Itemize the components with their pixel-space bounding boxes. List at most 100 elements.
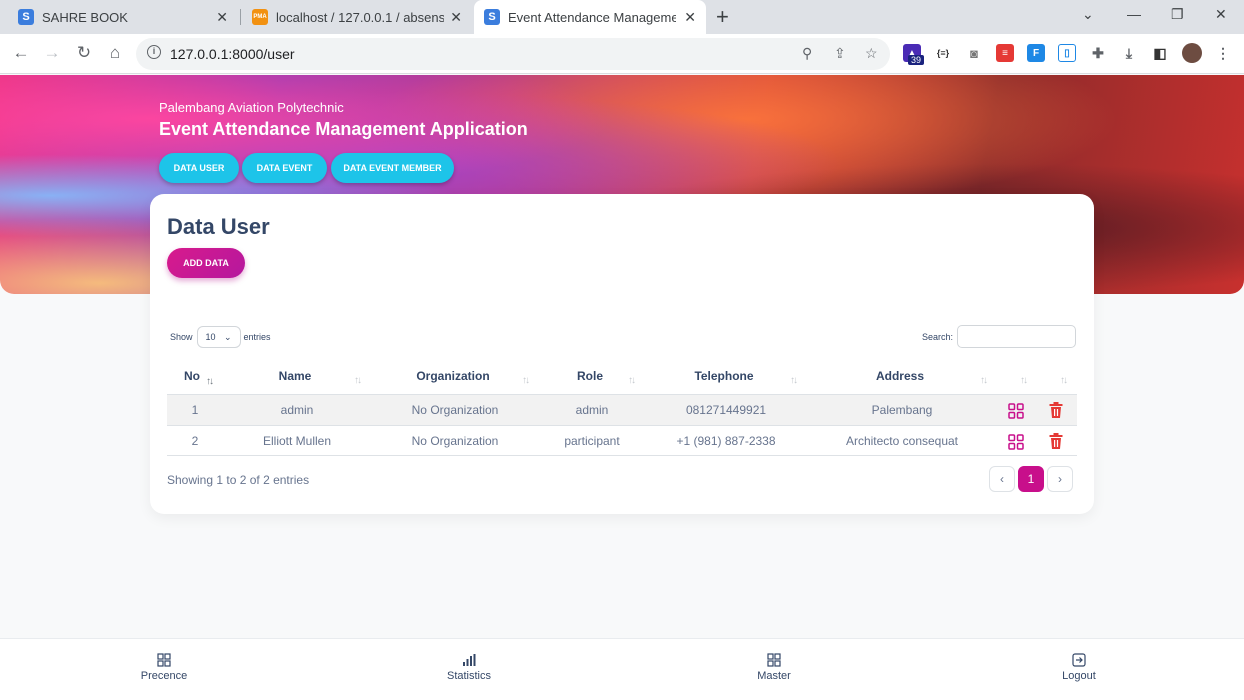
pagination-next-button[interactable]: › bbox=[1047, 466, 1073, 492]
download-icon[interactable]: ⤓ bbox=[1120, 44, 1138, 62]
bookmark-star-icon[interactable]: ☆ bbox=[865, 45, 878, 62]
sort-icon[interactable]: ↑↓ bbox=[628, 375, 636, 386]
browser-tab-sahre-book[interactable]: S SAHRE BOOK ✕ bbox=[10, 0, 238, 34]
url-text: 127.0.0.1:8000/user bbox=[170, 46, 295, 62]
browser-tab-bar: S SAHRE BOOK ✕ PMA localhost / 127.0.0.1… bbox=[0, 0, 1244, 34]
page-length-value: 10 bbox=[205, 332, 216, 342]
browser-menu-icon[interactable]: ⋮ bbox=[1214, 44, 1232, 62]
nav-label: Master bbox=[757, 670, 791, 682]
zoom-icon[interactable]: ⚲ bbox=[802, 45, 812, 62]
pagination-page-button[interactable]: 1 bbox=[1018, 466, 1044, 492]
tab-title: localhost / 127.0.0.1 / absensi / u bbox=[276, 9, 444, 25]
sort-icon[interactable]: ↑↓ bbox=[1020, 375, 1028, 386]
cell-role: admin bbox=[575, 403, 609, 417]
extension-todoist-icon[interactable]: ≡ bbox=[996, 44, 1014, 62]
extension-fl-icon[interactable]: F bbox=[1027, 44, 1045, 62]
nav-data-event-button[interactable]: DATA EVENT bbox=[242, 153, 327, 183]
tab-search-chevron-icon[interactable]: ⌄ bbox=[1082, 6, 1094, 23]
cell-telephone: 081271449921 bbox=[685, 403, 767, 417]
site-info-icon[interactable]: i bbox=[147, 45, 161, 59]
page-title: Data User bbox=[167, 214, 270, 239]
sort-icon[interactable]: ↑↓ bbox=[790, 375, 798, 386]
cell-name: admin bbox=[280, 403, 314, 417]
page-length-select[interactable]: 10 ⌄ bbox=[196, 326, 241, 348]
minimize-icon[interactable]: — bbox=[1127, 6, 1141, 22]
extension-camera-icon[interactable]: ◙ bbox=[965, 44, 983, 62]
tab-title: SAHRE BOOK bbox=[42, 9, 128, 25]
sort-icon[interactable]: ↑↓ bbox=[1060, 375, 1068, 386]
restore-icon[interactable]: ❐ bbox=[1171, 6, 1184, 23]
extension-doc-icon[interactable]: ▯ bbox=[1058, 44, 1076, 62]
new-tab-icon[interactable]: + bbox=[716, 4, 729, 30]
close-tab-icon[interactable]: ✕ bbox=[216, 9, 228, 26]
cell-address: Palembang bbox=[871, 403, 933, 417]
nav-label: Statistics bbox=[446, 670, 491, 682]
browser-tab-phpmyadmin[interactable]: PMA localhost / 127.0.0.1 / absensi / u … bbox=[244, 0, 472, 34]
detail-grid-icon[interactable] bbox=[1007, 402, 1025, 420]
cell-organization: No Organization bbox=[411, 403, 499, 417]
nav-data-event-member-button[interactable]: DATA EVENT MEMBER bbox=[331, 153, 454, 183]
profile-avatar[interactable] bbox=[1182, 43, 1202, 63]
nav-logout[interactable]: Logout bbox=[1034, 653, 1124, 682]
tab-favicon-icon: S bbox=[484, 9, 500, 25]
forward-icon[interactable]: → bbox=[41, 43, 63, 63]
extensions-puzzle-icon[interactable]: ✚ bbox=[1089, 44, 1107, 62]
browser-tab-active[interactable]: S Event Attendance Management / ✕ bbox=[474, 0, 706, 34]
nav-label: Logout bbox=[1062, 670, 1096, 682]
search-input[interactable] bbox=[957, 325, 1076, 348]
address-bar[interactable]: i 127.0.0.1:8000/user ⚲ ⇪ ☆ bbox=[136, 38, 890, 70]
cell-address: Architecto consequat bbox=[845, 434, 959, 448]
institution-name: Palembang Aviation Polytechnic bbox=[159, 100, 344, 115]
column-header-role[interactable]: Role bbox=[550, 369, 630, 383]
share-icon[interactable]: ⇪ bbox=[834, 45, 846, 62]
show-label: Show bbox=[170, 332, 193, 342]
extension-badge: 39 bbox=[908, 55, 925, 65]
nav-statistics[interactable]: Statistics bbox=[424, 653, 514, 682]
sort-icon[interactable]: ↑↓ bbox=[354, 375, 362, 386]
detail-grid-icon[interactable] bbox=[1007, 433, 1025, 451]
tab-favicon-icon: S bbox=[18, 9, 34, 25]
pagination-prev-button[interactable]: ‹ bbox=[989, 466, 1015, 492]
entries-label: entries bbox=[243, 332, 271, 342]
nav-precence[interactable]: Precence bbox=[119, 653, 209, 682]
nav-data-user-button[interactable]: DATA USER bbox=[159, 153, 239, 183]
sort-asc-icon[interactable]: ↑↓ bbox=[206, 376, 214, 387]
cell-no: 2 bbox=[191, 434, 199, 448]
cell-role: participant bbox=[564, 434, 620, 448]
search-label: Search: bbox=[921, 331, 953, 342]
extension-json-icon[interactable]: {≡} bbox=[934, 44, 952, 62]
nav-label: Precence bbox=[140, 670, 188, 682]
close-window-icon[interactable]: ✕ bbox=[1215, 6, 1227, 23]
data-user-card: Data User ADD DATA Show 10 ⌄ entries Sea… bbox=[150, 194, 1094, 514]
close-tab-icon[interactable]: ✕ bbox=[450, 9, 462, 26]
tab-divider bbox=[240, 9, 241, 25]
home-icon[interactable]: ⌂ bbox=[104, 43, 126, 63]
bar-chart-icon bbox=[463, 654, 476, 666]
grid-icon bbox=[157, 653, 171, 667]
reload-icon[interactable]: ↻ bbox=[73, 43, 95, 63]
logout-icon bbox=[1072, 653, 1086, 667]
column-header-name[interactable]: Name bbox=[245, 369, 345, 383]
table-info: Showing 1 to 2 of 2 entries bbox=[167, 473, 310, 487]
column-header-address[interactable]: Address bbox=[850, 369, 950, 383]
back-icon[interactable]: ← bbox=[10, 43, 32, 63]
chevron-down-icon: ⌄ bbox=[223, 331, 232, 342]
search-control: Search: bbox=[922, 325, 1076, 348]
sort-icon[interactable]: ↑↓ bbox=[980, 375, 988, 386]
column-header-telephone[interactable]: Telephone bbox=[669, 369, 779, 383]
add-data-button[interactable]: ADD DATA bbox=[167, 248, 245, 278]
cell-telephone: +1 (981) 887-2338 bbox=[676, 434, 776, 448]
bottom-navigation: Precence Statistics Master Logout bbox=[0, 638, 1244, 700]
column-header-no[interactable]: No bbox=[176, 369, 208, 383]
delete-trash-icon[interactable] bbox=[1047, 401, 1065, 419]
delete-trash-icon[interactable] bbox=[1047, 432, 1065, 450]
close-tab-icon[interactable]: ✕ bbox=[684, 9, 696, 26]
side-panel-icon[interactable]: ◧ bbox=[1151, 44, 1169, 62]
page-length-control: Show 10 ⌄ entries bbox=[170, 326, 271, 348]
browser-toolbar: ← → ↻ ⌂ i 127.0.0.1:8000/user ⚲ ⇪ ☆ ▲ {≡… bbox=[0, 34, 1244, 74]
cell-no: 1 bbox=[191, 403, 199, 417]
column-header-organization[interactable]: Organization bbox=[393, 369, 513, 383]
nav-master[interactable]: Master bbox=[729, 653, 819, 682]
sort-icon[interactable]: ↑↓ bbox=[522, 375, 530, 386]
app-title: Event Attendance Management Application bbox=[159, 119, 528, 139]
